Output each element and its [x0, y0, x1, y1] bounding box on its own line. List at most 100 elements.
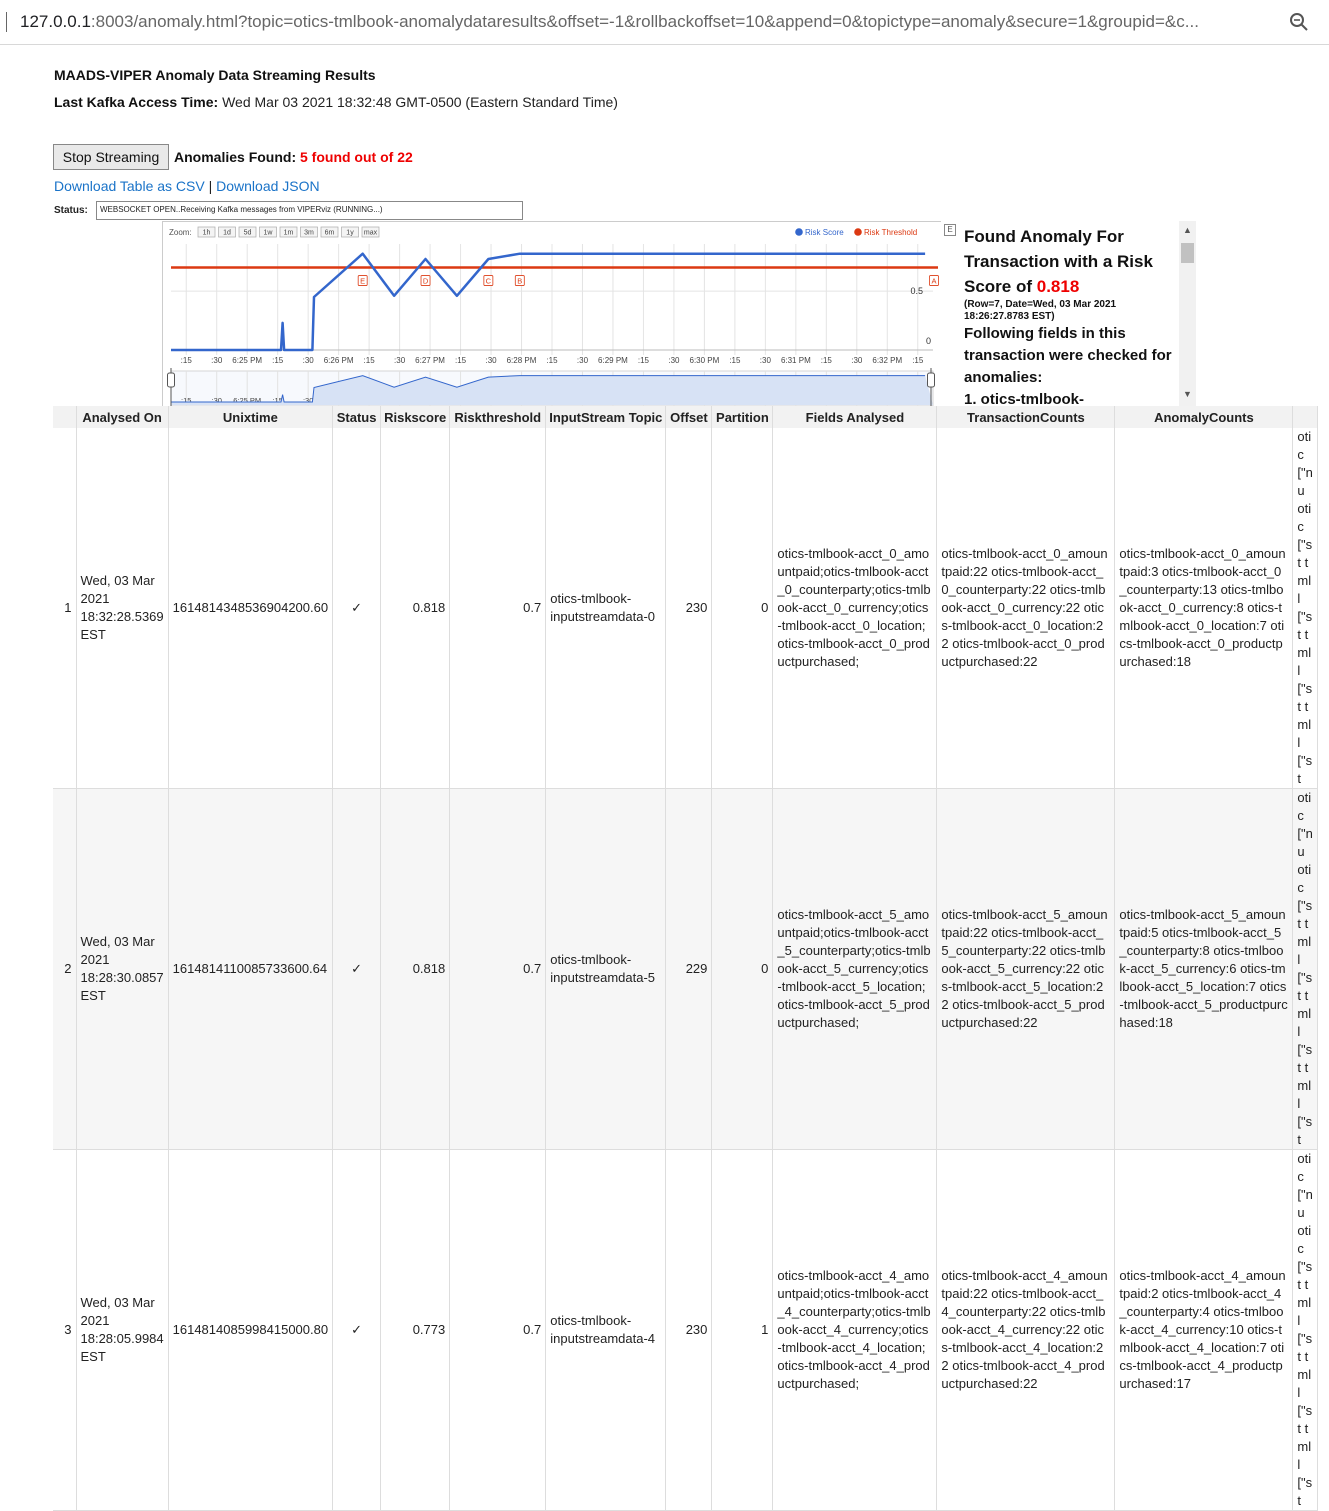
col-header-analysed-on[interactable]: Analysed On	[76, 406, 169, 428]
x-tick-label: 6:31 PM	[781, 356, 811, 365]
table-row[interactable]: 3 Wed, 03 Mar 2021 18:28:05.9984 EST 161…	[53, 1149, 1318, 1511]
x-tick-label: :15	[181, 356, 193, 365]
zoom-button-label: 1h	[203, 230, 211, 237]
cell-offset: 230	[665, 1149, 713, 1511]
cell-partition: 0	[711, 428, 774, 789]
anomalies-found: Anomalies Found: 5 found out of 22	[174, 149, 413, 165]
cell-fields: otics-tmlbook-acct_5_amountpaid;otics-tm…	[772, 788, 938, 1150]
table-row[interactable]: 1 Wed, 03 Mar 2021 18:32:28.5369 EST 161…	[53, 428, 1318, 789]
risk-chart[interactable]: Zoom: 1h 1d 5d 1w 1m 3m 6m 1y max Risk Score Risk T…	[162, 221, 942, 409]
cell-unixtime: 1614814110085733600.64	[168, 788, 334, 1150]
x-tick-label: :15	[272, 356, 284, 365]
panel-score: 0.818	[1036, 277, 1080, 296]
zoom-button-label: 6m	[325, 230, 335, 237]
cell-partition: 0	[711, 788, 774, 1150]
x-tick-label: :15	[729, 356, 741, 365]
zoom-label: Zoom:	[169, 228, 192, 237]
x-tick-label: :15	[546, 356, 558, 365]
col-header-index[interactable]	[53, 406, 77, 428]
panel-scrollbar[interactable]: ▲ ▼	[1179, 221, 1196, 407]
col-header-fields[interactable]: Fields Analysed	[772, 406, 938, 428]
zoom-button-label: max	[364, 230, 378, 237]
col-header-riskscore[interactable]: Riskscore	[380, 406, 451, 428]
x-tick-label: 6:28 PM	[507, 356, 537, 365]
cell-riskthreshold: 0.7	[449, 788, 547, 1150]
cell-fields: otics-tmlbook-acct_0_amountpaid;otics-tm…	[772, 428, 938, 789]
cell-transaction-counts: otics-tmlbook-acct_0_amountpaid:22 otics…	[936, 428, 1116, 789]
x-tick-label: :15	[638, 356, 650, 365]
row-index: 1	[53, 428, 77, 789]
url-host: 127.0.0.1	[20, 12, 91, 31]
panel-first-field: 1. otics-tmlbook-	[964, 391, 1085, 407]
cell-unixtime: 1614814348536904200.60	[168, 428, 334, 789]
x-tick-label: :30	[760, 356, 772, 365]
scroll-thumb[interactable]	[1181, 243, 1194, 263]
range-handle-left[interactable]	[167, 372, 175, 388]
zoom-button-label: 5d	[244, 230, 252, 237]
col-header-offset[interactable]: Offset	[665, 406, 713, 428]
col-header-anomaly-counts[interactable]: AnomalyCounts	[1114, 406, 1294, 428]
panel-text: Found Anomaly For Transaction with a Ris…	[964, 224, 1179, 407]
anomalies-count: 5 found out of 22	[300, 149, 413, 165]
scroll-up-icon[interactable]: ▲	[1183, 225, 1192, 235]
x-tick-label: :30	[303, 356, 315, 365]
legend-label[interactable]: Risk Threshold	[864, 228, 917, 237]
x-tick-label: :15	[912, 356, 924, 365]
x-tick-label: :15	[364, 356, 376, 365]
annotation-label: E	[360, 277, 365, 286]
stop-streaming-button[interactable]: Stop Streaming	[53, 144, 169, 170]
annotation-label: B	[517, 277, 522, 286]
y-tick-label: 0.5	[910, 286, 923, 296]
table-row[interactable]: 2 Wed, 03 Mar 2021 18:28:30.0857 EST 161…	[53, 788, 1318, 1150]
annotation-label: C	[486, 277, 492, 286]
status-label: Status:	[54, 205, 88, 216]
x-tick-label: :15	[455, 356, 467, 365]
zoom-button-label: 3m	[304, 230, 314, 237]
address-bar[interactable]: 127.0.0.1:8003/anomaly.html?topic=otics-…	[0, 0, 1329, 45]
page-title: MAADS-VIPER Anomaly Data Streaming Resul…	[54, 67, 376, 83]
annotation-label: D	[423, 277, 429, 286]
cell-status: ✓	[332, 1149, 382, 1511]
cell-anomaly-counts: otics-tmlbook-acct_0_amountpaid:3 otics-…	[1114, 428, 1294, 789]
cell-topic: otics-tmlbook-inputstreamdata-5	[545, 788, 667, 1150]
url-text[interactable]: 127.0.0.1:8003/anomaly.html?topic=otics-…	[20, 12, 1199, 32]
anomaly-detail-panel[interactable]: E Found Anomaly For Transaction with a R…	[941, 221, 1198, 407]
row-index: 2	[53, 788, 77, 1150]
risk-chart-svg[interactable]: Zoom: 1h 1d 5d 1w 1m 3m 6m 1y max Risk Score Risk T…	[163, 222, 941, 408]
status-field[interactable]: WEBSOCKET OPEN..Receiving Kafka messages…	[96, 201, 523, 220]
panel-meta: (Row=7, Date=Wed, 03 Mar 2021 18:26:27.8…	[964, 299, 1117, 322]
cell-transaction-counts: otics-tmlbook-acct_5_amountpaid:22 otics…	[936, 788, 1116, 1150]
cell-extra: otic ["nu otic ["st tmll ["st tmll ["st …	[1292, 1149, 1318, 1511]
x-tick-label: 6:25 PM	[232, 356, 262, 365]
col-header-extra[interactable]	[1292, 406, 1318, 428]
col-header-transaction-counts[interactable]: TransactionCounts	[936, 406, 1116, 428]
x-tick-label: :30	[577, 356, 589, 365]
x-tick-label: :30	[211, 356, 223, 365]
zoom-button-label: 1w	[264, 230, 274, 237]
range-handle-right[interactable]	[927, 372, 935, 388]
cell-anomaly-counts: otics-tmlbook-acct_4_amountpaid:2 otics-…	[1114, 1149, 1294, 1511]
col-header-unixtime[interactable]: Unixtime	[168, 406, 334, 428]
col-header-status[interactable]: Status	[332, 406, 382, 428]
download-csv-link[interactable]: Download Table as CSV	[54, 178, 205, 194]
cell-topic: otics-tmlbook-inputstreamdata-0	[545, 428, 667, 789]
cell-riskscore: 0.818	[380, 428, 451, 789]
zoom-icon[interactable]	[1287, 10, 1311, 34]
x-tick-label: :30	[394, 356, 406, 365]
cell-topic: otics-tmlbook-inputstreamdata-4	[545, 1149, 667, 1511]
col-header-topic[interactable]: InputStream Topic	[545, 406, 667, 428]
download-json-link[interactable]: Download JSON	[216, 178, 320, 194]
x-tick-label: 6:32 PM	[872, 356, 902, 365]
last-access-label: Last Kafka Access Time:	[54, 94, 219, 110]
legend-label[interactable]: Risk Score	[805, 228, 844, 237]
last-access: Last Kafka Access Time: Wed Mar 03 2021 …	[54, 94, 618, 110]
col-header-riskthreshold[interactable]: Riskthreshold	[449, 406, 547, 428]
col-header-partition[interactable]: Partition	[711, 406, 774, 428]
anomalies-label: Anomalies Found:	[174, 149, 300, 165]
cell-anomaly-counts: otics-tmlbook-acct_5_amountpaid:5 otics-…	[1114, 788, 1294, 1150]
cell-transaction-counts: otics-tmlbook-acct_4_amountpaid:22 otics…	[936, 1149, 1116, 1511]
scroll-down-icon[interactable]: ▼	[1183, 389, 1192, 399]
cell-partition: 1	[711, 1149, 774, 1511]
cell-analysed-on: Wed, 03 Mar 2021 18:32:28.5369 EST	[76, 428, 169, 789]
url-path: :8003/anomaly.html?topic=otics-tmlbook-a…	[90, 12, 1199, 31]
